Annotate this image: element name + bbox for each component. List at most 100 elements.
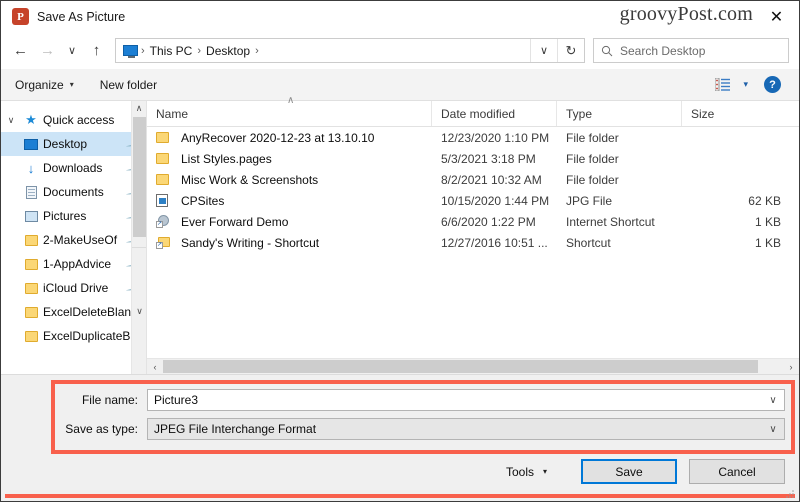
horizontal-scrollbar[interactable]: ‹ › (147, 358, 799, 374)
table-row[interactable]: Misc Work & Screenshots 8/2/2021 10:32 A… (147, 169, 799, 190)
sidebar-item-2-makeuseof[interactable]: 2-MakeUseOf 📌 (1, 228, 146, 252)
resize-grip[interactable] (784, 488, 796, 500)
column-header-date-modified[interactable]: Date modified (432, 101, 557, 126)
file-size-cell: 1 KB (754, 214, 781, 229)
file-name-label: CPSites (181, 193, 225, 208)
file-type-cell: JPG File (566, 193, 613, 208)
file-name-cell: AnyRecover 2020-12-23 at 13.10.10 (147, 127, 432, 148)
sidebar-item-label: ExcelDeleteBlanl (43, 305, 134, 319)
up-button[interactable]: ↑ (83, 38, 110, 64)
scroll-right-icon[interactable]: › (783, 359, 799, 374)
sidebar-item-label: Pictures (43, 209, 87, 223)
save-as-type-select[interactable]: JPEG File Interchange Format ∨ (147, 418, 785, 440)
save-as-type-row: Save as type: JPEG File Interchange Form… (61, 418, 785, 440)
chevron-down-icon: ▾ (69, 80, 74, 89)
refresh-icon[interactable]: ↻ (557, 39, 584, 62)
file-date-cell: 6/6/2020 1:22 PM (441, 214, 536, 229)
file-name-cell: ↗ Ever Forward Demo (147, 211, 432, 232)
recent-locations-button[interactable]: ∨ (61, 38, 83, 64)
back-button[interactable]: ← (7, 38, 34, 64)
file-type-cell: File folder (566, 151, 619, 166)
annotation-highlight-line (5, 494, 795, 498)
scroll-down-icon[interactable]: ∨ (132, 247, 146, 374)
table-row[interactable]: AnyRecover 2020-12-23 at 13.10.10 12/23/… (147, 127, 799, 148)
column-header-size[interactable]: Size (682, 101, 799, 126)
horizontal-scrollbar-thumb[interactable] (163, 360, 759, 373)
table-row[interactable]: ↗ Ever Forward Demo 6/6/2020 1:22 PM Int… (147, 211, 799, 232)
chevron-down-icon[interactable]: ∨ (762, 395, 784, 406)
chevron-down-icon[interactable]: ∨ (762, 424, 784, 435)
table-row[interactable]: List Styles.pages 5/3/2021 3:18 PM File … (147, 148, 799, 169)
sidebar-scrollbar[interactable]: ∧ ∨ (131, 101, 146, 374)
title-bar: P Save As Picture groovyPost.com ✕ (1, 1, 799, 32)
column-header-name[interactable]: Name ∧ (147, 95, 432, 126)
forward-button[interactable]: → (34, 38, 61, 64)
breadcrumb-item-this-pc[interactable]: This PC (148, 44, 195, 58)
sort-ascending-icon: ∧ (287, 95, 295, 106)
breadcrumb-item-desktop[interactable]: Desktop (204, 44, 252, 58)
help-button[interactable]: ? (764, 76, 781, 93)
file-name-label: Misc Work & Screenshots (181, 172, 319, 187)
star-icon: ★ (25, 112, 37, 127)
sidebar-item-documents[interactable]: Documents 📌 (1, 180, 146, 204)
column-header-label: Date modified (441, 106, 516, 121)
view-options-icon[interactable] (715, 78, 731, 91)
sidebar-item-downloads[interactable]: ↓ Downloads 📌 (1, 156, 146, 180)
sidebar-item-exceldeleteblank[interactable]: ExcelDeleteBlanl (1, 300, 146, 324)
window-title: Save As Picture (37, 9, 126, 24)
organize-button[interactable]: Organize ▾ (15, 78, 74, 92)
powerpoint-icon: P (12, 8, 29, 25)
file-size-cell: 1 KB (754, 235, 781, 250)
scroll-up-icon[interactable]: ∧ (132, 101, 146, 116)
command-bar: Organize ▾ New folder ▾ ? (1, 69, 799, 101)
sidebar-item-pictures[interactable]: Pictures 📌 (1, 204, 146, 228)
save-as-picture-dialog: P Save As Picture groovyPost.com ✕ ← → ∨… (0, 0, 800, 502)
column-header-label: Type (566, 106, 593, 121)
navigation-sidebar: ∨ ★ Quick access Desktop 📌 ↓ Downloads 📌… (1, 101, 147, 374)
new-folder-button[interactable]: New folder (100, 78, 157, 92)
chevron-down-icon: ▾ (542, 467, 547, 476)
file-date-cell: 12/27/2016 10:51 ... (441, 235, 548, 250)
chevron-down-icon[interactable]: ∨ (530, 39, 557, 62)
column-headers: Name ∧ Date modified Type Size (147, 95, 799, 127)
file-rows: AnyRecover 2020-12-23 at 13.10.10 12/23/… (147, 127, 799, 358)
search-input[interactable]: Search Desktop (593, 38, 789, 63)
file-type-cell: File folder (566, 172, 619, 187)
breadcrumb-separator: › (141, 44, 145, 57)
scroll-left-icon[interactable]: ‹ (147, 359, 163, 374)
folder-icon (21, 306, 41, 318)
table-row[interactable]: ↗ Sandy's Writing - Shortcut 12/27/2016 … (147, 232, 799, 253)
file-name-input[interactable]: Picture3 ∨ (147, 389, 785, 411)
sidebar-item-icloud-drive[interactable]: iCloud Drive 📌 (1, 276, 146, 300)
sidebar-item-1-appadvice[interactable]: 1-AppAdvice 📌 (1, 252, 146, 276)
chevron-down-icon[interactable]: ∨ (1, 115, 21, 126)
sidebar-scrollbar-thumb[interactable] (133, 117, 146, 237)
column-header-type[interactable]: Type (557, 101, 682, 126)
folder-icon (156, 174, 176, 185)
sidebar-item-excelduplicatebl[interactable]: ExcelDuplicateBl (1, 324, 146, 348)
watermark: groovyPost.com (619, 3, 753, 25)
dialog-buttons: Tools ▾ Save Cancel (506, 459, 785, 484)
sidebar-item-desktop[interactable]: Desktop 📌 (1, 132, 146, 156)
address-bar[interactable]: › This PC › Desktop › ∨ ↻ (115, 38, 585, 63)
file-list-pane: Name ∧ Date modified Type Size AnyRecove… (147, 95, 799, 374)
file-date-cell: 12/23/2020 1:10 PM (441, 130, 550, 145)
cancel-button[interactable]: Cancel (689, 459, 785, 484)
file-name-row: File name: Picture3 ∨ (61, 389, 785, 411)
desktop-icon (21, 138, 41, 150)
tools-button[interactable]: Tools ▾ (506, 465, 547, 479)
sidebar-item-label: Quick access (43, 113, 115, 127)
close-icon[interactable]: ✕ (754, 1, 799, 32)
navigation-bar: ← → ∨ ↑ › This PC › Desktop › ∨ ↻ Search… (1, 32, 799, 69)
sidebar-item-quick-access[interactable]: ∨ ★ Quick access (1, 108, 146, 132)
view-options-chevron-down-icon[interactable]: ▾ (743, 79, 748, 90)
horizontal-scrollbar-track[interactable] (163, 359, 783, 374)
file-type-cell: Internet Shortcut (566, 214, 655, 229)
sidebar-item-label: ExcelDuplicateBl (43, 329, 134, 343)
table-row[interactable]: CPSites 10/15/2020 1:44 PM JPG File 62 K… (147, 190, 799, 211)
file-name-label: Sandy's Writing - Shortcut (181, 235, 320, 250)
breadcrumb: › This PC › Desktop › (116, 44, 530, 58)
new-folder-label: New folder (99, 77, 158, 92)
sidebar-item-label: 1-AppAdvice (43, 257, 112, 271)
save-button[interactable]: Save (581, 459, 677, 484)
